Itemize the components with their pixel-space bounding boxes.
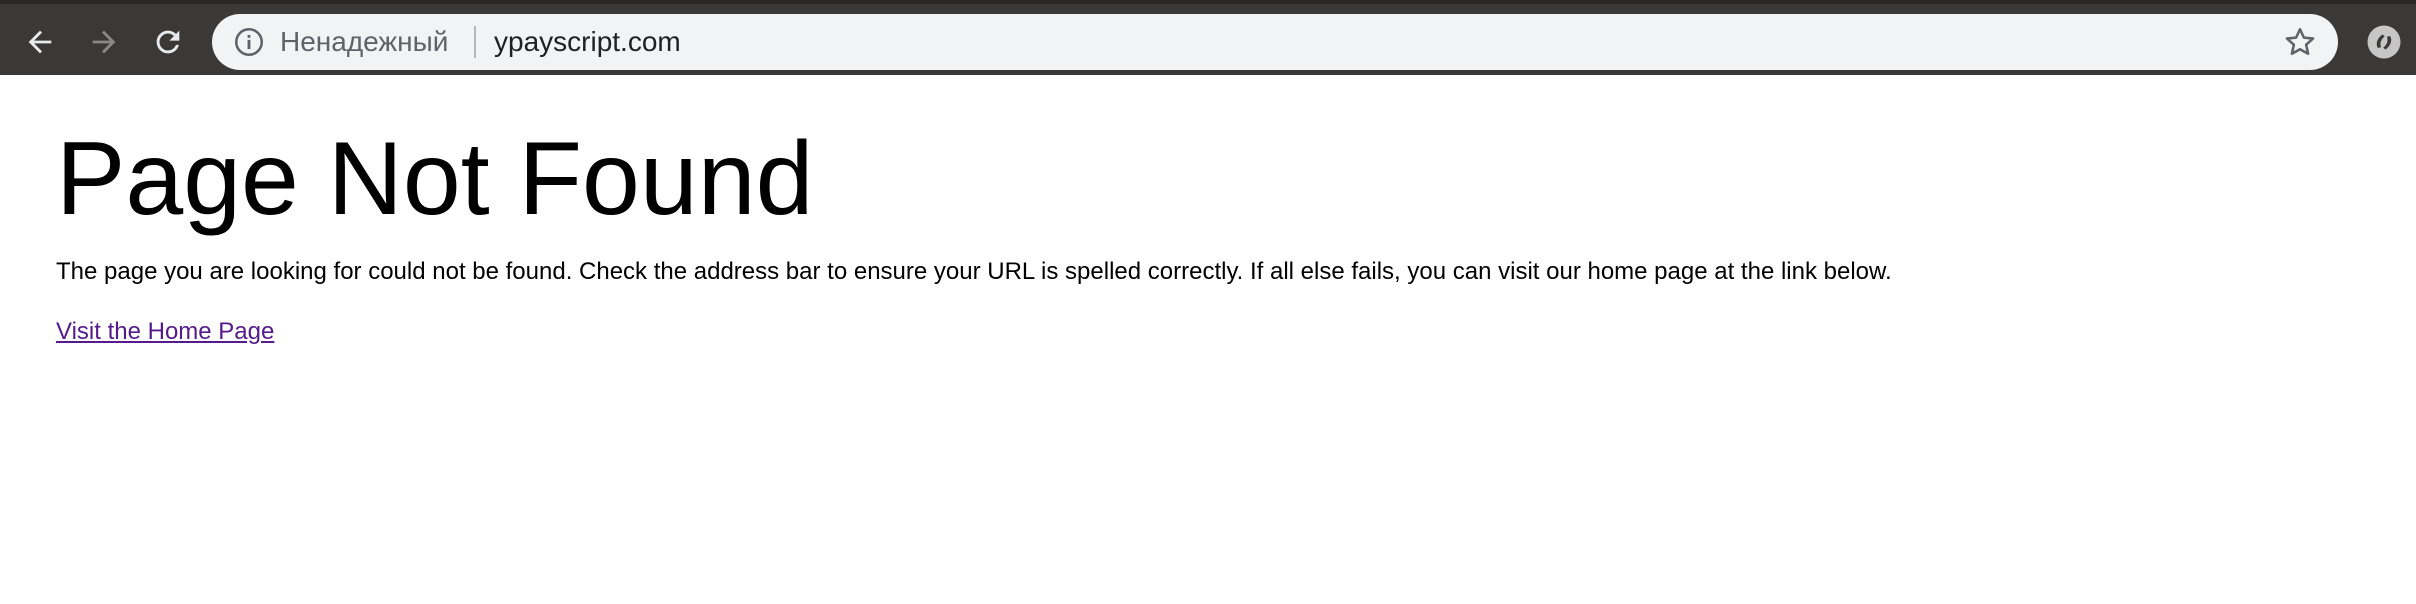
page-title: Page Not Found: [56, 121, 814, 237]
forward-arrow-icon: [92, 30, 116, 54]
error-message: The page you are looking for could not b…: [56, 258, 1892, 285]
forward-button[interactable]: [78, 16, 130, 68]
reload-button[interactable]: [142, 16, 194, 68]
info-icon[interactable]: [232, 25, 266, 59]
security-status-label[interactable]: Ненадежный: [280, 14, 448, 70]
address-bar[interactable]: Ненадежный ypayscript.com: [212, 14, 2338, 70]
extension-icon[interactable]: [2366, 24, 2402, 60]
star-icon[interactable]: [2282, 24, 2318, 60]
back-button[interactable]: [14, 16, 66, 68]
back-arrow-icon: [28, 30, 52, 54]
browser-toolbar: Ненадежный ypayscript.com: [0, 0, 2416, 75]
reload-icon: [156, 30, 180, 54]
home-page-link[interactable]: Visit the Home Page: [56, 318, 274, 347]
omnibox-divider: [474, 26, 476, 58]
url-text[interactable]: ypayscript.com: [494, 14, 681, 70]
